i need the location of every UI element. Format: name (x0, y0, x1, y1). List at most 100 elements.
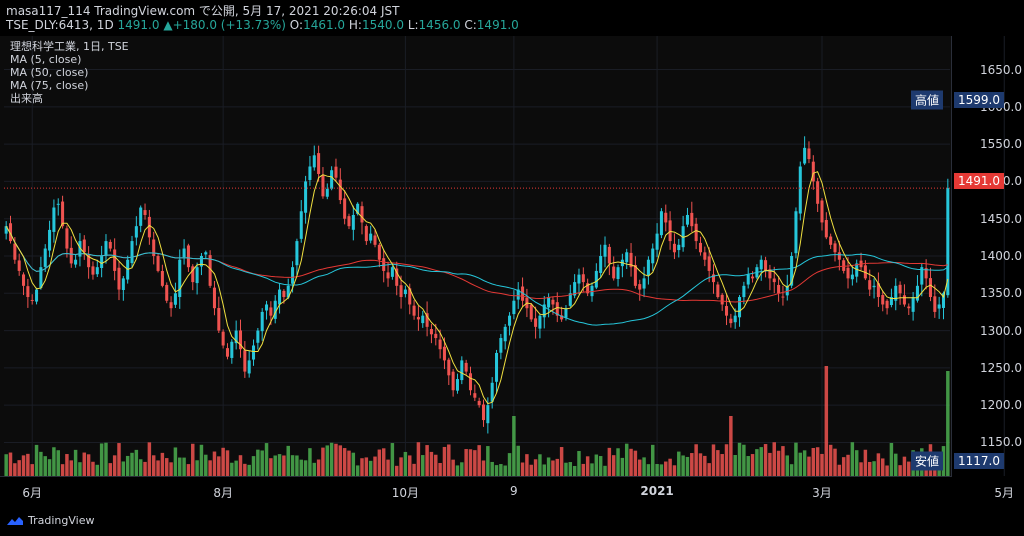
candle-body (703, 252, 707, 260)
candle-body (121, 278, 125, 290)
candle-body (291, 267, 295, 284)
volume-bar (208, 460, 212, 476)
volume-bar (178, 457, 182, 476)
low-price-tag: 1117.0 (954, 453, 1004, 469)
candle-body (928, 278, 932, 298)
candle-body (655, 233, 659, 250)
volume-bar (256, 449, 260, 476)
volume-bar (108, 463, 113, 476)
candle-body (837, 252, 841, 260)
candle-body (278, 289, 282, 305)
price-tick-label: 1200.0 (980, 398, 1022, 413)
volume-bar (316, 459, 321, 476)
candle-body (186, 245, 190, 268)
low-tag: 安値 (911, 451, 944, 471)
candle-body (343, 198, 347, 219)
tradingview-logo[interactable]: TradingView (6, 514, 94, 527)
volume-bar (412, 463, 416, 476)
volume-bar (65, 454, 69, 476)
time-tick-label: 6月 (22, 486, 43, 500)
tradingview-logo-icon (7, 516, 23, 525)
candle-body (534, 318, 538, 327)
price-tick-label: 1250.0 (980, 360, 1022, 375)
volume-bar (156, 460, 160, 476)
volume-bar (594, 454, 599, 476)
volume-bar (442, 446, 447, 476)
volume-bar (598, 456, 603, 476)
volume-bar (260, 450, 264, 476)
legend-title[interactable]: 理想科学工業, 1日, TSE (10, 40, 129, 53)
volume-bar (360, 458, 364, 476)
legend-ma75[interactable]: MA (75, close) (10, 79, 129, 92)
volume-bar (798, 452, 803, 476)
volume-bar (204, 454, 208, 476)
volume-bar (238, 455, 243, 476)
volume-bar (664, 461, 668, 476)
candle-body (685, 214, 689, 225)
candle-body (442, 346, 446, 361)
volume-bar (377, 449, 382, 476)
candle-body (308, 166, 312, 181)
candle-body (781, 296, 785, 298)
ma50-line (5, 225, 949, 326)
volume-bar (421, 455, 425, 476)
candle-body (178, 259, 182, 297)
candle-body (455, 379, 459, 391)
candle-body (659, 211, 663, 236)
volume-bar (95, 464, 100, 476)
candle-body (564, 308, 568, 318)
volume-bar (755, 449, 759, 476)
volume-bar (711, 444, 716, 476)
volume-bar (425, 445, 429, 476)
volume-bar (546, 457, 551, 476)
candle-body (833, 243, 837, 253)
volume-bar (447, 444, 451, 476)
candle-body (165, 284, 169, 301)
volume-bar (299, 459, 303, 476)
legend-ma5[interactable]: MA (5, close) (10, 53, 129, 66)
candle-body (65, 228, 69, 249)
volume-bar (729, 416, 733, 476)
candle-body (646, 259, 650, 276)
time-tick-label: 5月 (994, 486, 1015, 500)
volume-bar (269, 458, 273, 476)
candle-body (104, 241, 108, 256)
candle-body (794, 211, 798, 254)
candle-body (35, 289, 39, 302)
volume-bar (338, 445, 343, 476)
candle-body (334, 166, 338, 178)
candle-body (529, 304, 533, 320)
candle-body (282, 290, 286, 298)
volume-bar (212, 451, 217, 476)
volume-bar (13, 463, 17, 476)
volume-bar (742, 444, 746, 476)
volume-bar (789, 464, 794, 476)
candle-body (603, 244, 607, 257)
volume-bar (872, 461, 876, 476)
price-tick-label: 1350.0 (980, 286, 1022, 301)
volume-bar (555, 458, 560, 476)
legend-volume[interactable]: 出来高 (10, 92, 129, 105)
candle-body (26, 286, 30, 298)
high-price-value: 1599.0 (958, 93, 1000, 107)
volume-bar (408, 455, 412, 476)
volume-bar (473, 450, 477, 476)
candle-body (304, 181, 308, 213)
candle-body (777, 284, 781, 294)
candle-body (43, 248, 47, 267)
candle-body (195, 267, 199, 284)
ma75-line (5, 225, 948, 303)
volume-bar (234, 460, 238, 476)
volume-bar (69, 460, 73, 476)
candle-body (91, 266, 95, 275)
candle-body (360, 206, 364, 223)
volume-bar (173, 447, 178, 476)
volume-bar (828, 444, 833, 476)
legend-ma50[interactable]: MA (50, close) (10, 66, 129, 79)
time-tick-label: 2021 (640, 484, 674, 498)
volume-bar (438, 462, 442, 476)
volume-bar (946, 371, 950, 476)
volume-bar (468, 449, 473, 476)
volume-bar (464, 449, 468, 476)
volume-bar (902, 456, 907, 476)
